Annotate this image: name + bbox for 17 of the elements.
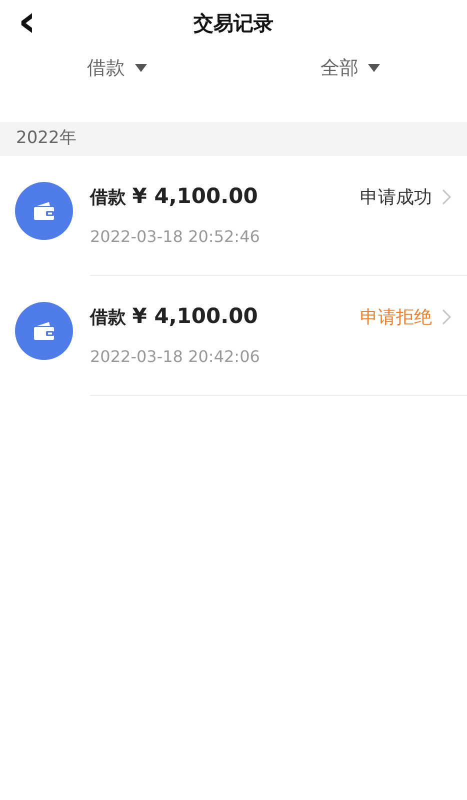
record-row[interactable]: 借款 ¥ 4,100.00 申请拒绝 2022-03-18 20:42:06 (0, 276, 467, 396)
caret-icon (134, 64, 147, 72)
record-time: 2022-03-18 20:42:06 (90, 346, 261, 368)
record-amount: 借款 ¥ 4,100.00 (90, 183, 258, 210)
record-amount: 借款 ¥ 4,100.00 (90, 303, 258, 330)
filter-dropdown[interactable]: 借款 (0, 54, 234, 82)
caret-icon (368, 64, 380, 72)
record-row[interactable]: 借款 ¥ 4,100.00 申请成功 2022-03-18 20:52:46 (0, 156, 467, 276)
record-status: 申请成功 (360, 186, 432, 210)
record-status: 申请拒绝 (360, 306, 432, 330)
back-button[interactable]: ‹ (18, 2, 36, 42)
filter-dropdown[interactable]: 全部 (234, 54, 467, 82)
page-title: 交易记录 (194, 10, 274, 37)
chevron-right-icon (442, 309, 451, 325)
section-header: 2022年 (0, 122, 467, 156)
record-time: 2022-03-18 20:52:46 (90, 226, 261, 248)
chevron-right-icon (442, 189, 451, 205)
